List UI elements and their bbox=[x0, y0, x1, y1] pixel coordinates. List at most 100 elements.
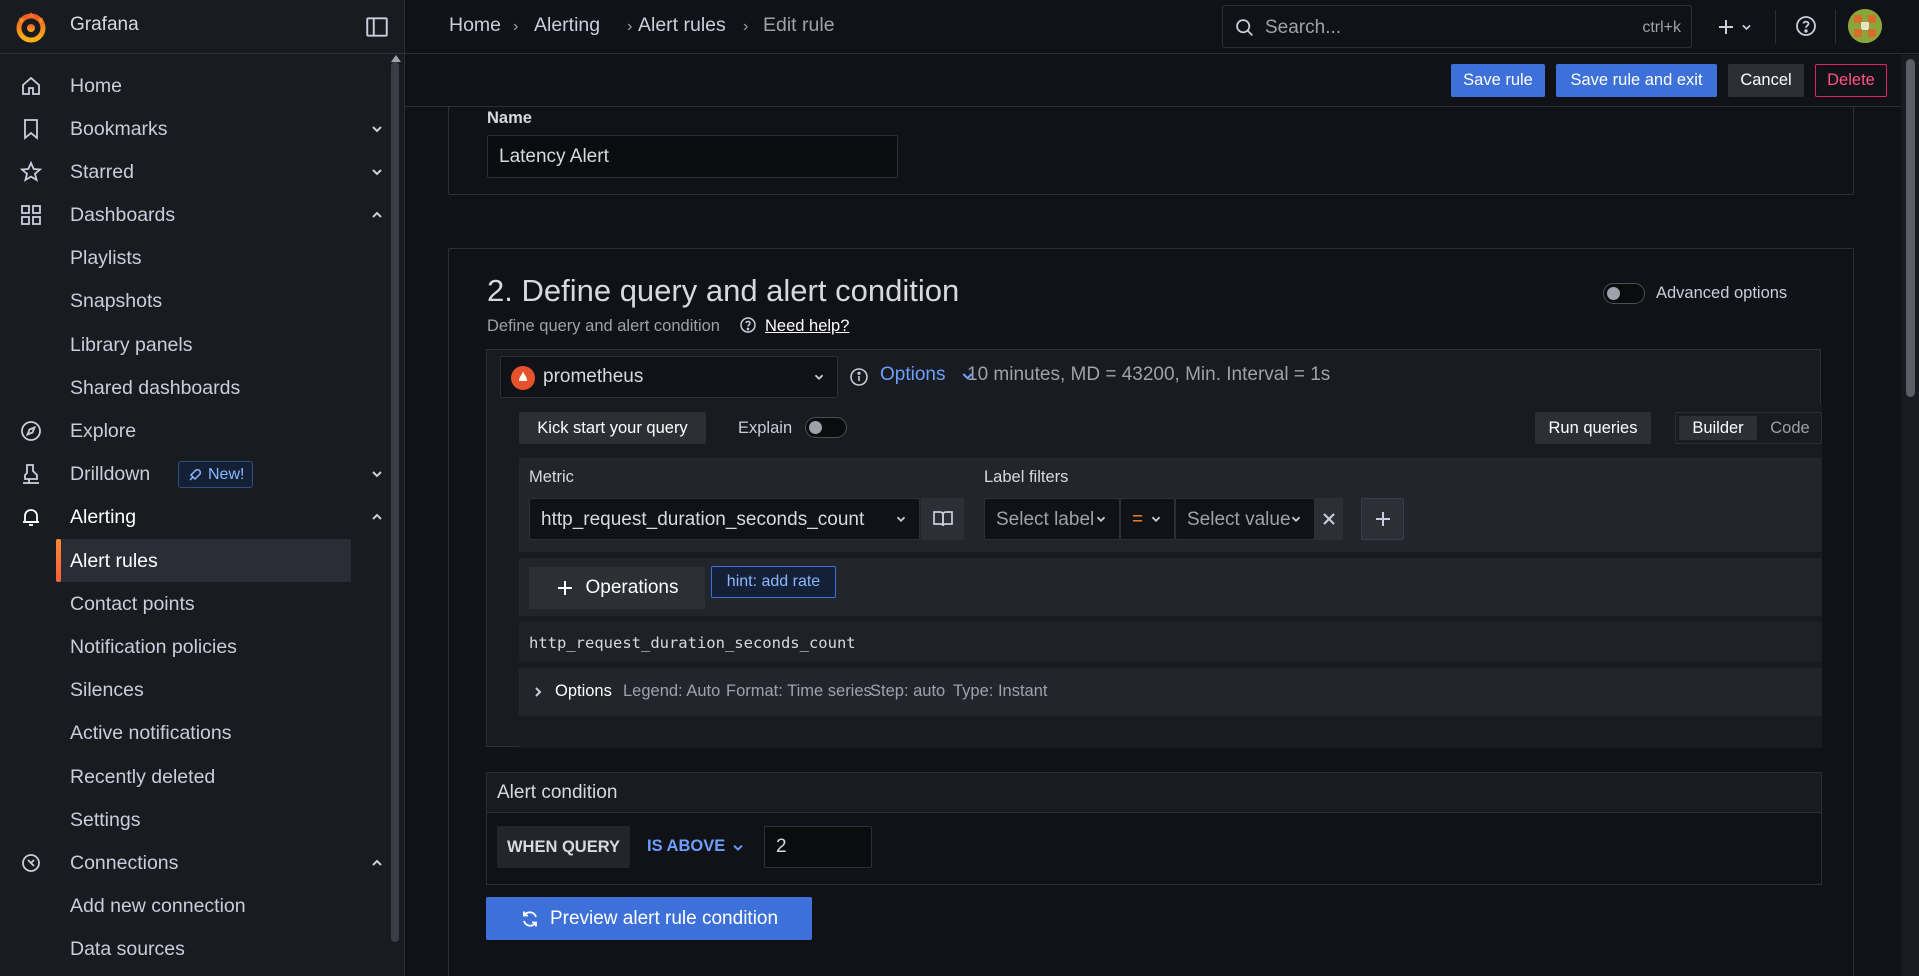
chevron-up-icon[interactable] bbox=[368, 206, 386, 224]
condition-operator-select[interactable]: IS ABOVE bbox=[647, 826, 747, 868]
metric-select[interactable]: http_request_duration_seconds_count bbox=[529, 498, 920, 540]
run-queries-button[interactable]: Run queries bbox=[1535, 412, 1651, 444]
options-title: Options bbox=[555, 682, 612, 700]
operations-button[interactable]: Operations bbox=[529, 567, 705, 609]
label-select-placeholder: Select label bbox=[996, 509, 1095, 530]
plus-icon bbox=[1376, 512, 1390, 526]
grafana-logo-icon[interactable] bbox=[14, 10, 48, 44]
rule-name-input[interactable]: Latency Alert bbox=[487, 135, 898, 178]
sidebar-item-snapshots[interactable]: Snapshots bbox=[0, 279, 390, 322]
sidebar-item-drilldown[interactable]: Drilldown New! bbox=[0, 452, 390, 495]
sidebar-item-label: Explore bbox=[70, 420, 137, 442]
option-step: Step: auto bbox=[870, 682, 946, 700]
operations-panel: Operations hint: add rate bbox=[519, 558, 1822, 616]
new-badge-label: New! bbox=[208, 465, 245, 483]
sidebar-item-active-notifications[interactable]: Active notifications bbox=[0, 711, 390, 754]
sidebar-scrollbar[interactable] bbox=[391, 62, 399, 942]
explain-toggle[interactable] bbox=[805, 417, 847, 438]
search-input[interactable]: Search... ctrl+k bbox=[1222, 5, 1692, 48]
save-rule-and-exit-button[interactable]: Save rule and exit bbox=[1556, 64, 1717, 97]
sidebar-item-contact-points[interactable]: Contact points bbox=[0, 582, 390, 625]
chevron-up-icon[interactable] bbox=[368, 854, 386, 872]
need-help-link[interactable]: Need help? bbox=[765, 317, 849, 336]
sidebar-item-alert-rules[interactable]: Alert rules bbox=[56, 539, 351, 582]
sidebar-item-dashboards[interactable]: Dashboards bbox=[0, 193, 390, 236]
avatar[interactable] bbox=[1848, 9, 1882, 43]
toolbar-divider bbox=[1775, 10, 1776, 44]
sidebar-item-recently-deleted[interactable]: Recently deleted bbox=[0, 755, 390, 798]
search-placeholder: Search... bbox=[1265, 17, 1342, 38]
option-format: Format: Time series bbox=[726, 682, 872, 700]
bell-icon bbox=[23, 509, 39, 526]
query-options-summary: 10 minutes, MD = 43200, Min. Interval = … bbox=[967, 364, 1331, 385]
sidebar-item-add-new-connection[interactable]: Add new connection bbox=[0, 884, 390, 927]
main-scrollbar[interactable] bbox=[1901, 55, 1919, 976]
sync-icon bbox=[523, 910, 537, 927]
operator-select[interactable]: = bbox=[1120, 498, 1175, 540]
help-icon[interactable] bbox=[1794, 14, 1818, 38]
sidebar-item-settings[interactable]: Settings bbox=[0, 798, 390, 841]
option-type: Type: Instant bbox=[953, 682, 1048, 700]
sidebar-item-notification-policies[interactable]: Notification policies bbox=[0, 625, 390, 668]
breadcrumb-alert-rules[interactable]: Alert rules bbox=[638, 14, 726, 37]
value-select[interactable]: Select value bbox=[1175, 498, 1315, 540]
save-rule-button[interactable]: Save rule bbox=[1451, 64, 1545, 97]
query-preview-text: http_request_duration_seconds_count bbox=[529, 634, 856, 652]
top-bar: Home › Alerting › Alert rules › Edit rul… bbox=[405, 0, 1919, 54]
bookmark-icon bbox=[24, 119, 38, 140]
sidebar-item-silences[interactable]: Silences bbox=[0, 668, 390, 711]
metric-label: Metric bbox=[529, 468, 574, 486]
add-filter-button[interactable] bbox=[1361, 498, 1404, 540]
hint-add-rate-button[interactable]: hint: add rate bbox=[711, 566, 836, 598]
breadcrumb-home[interactable]: Home bbox=[449, 14, 501, 37]
datasource-picker[interactable]: prometheus bbox=[500, 356, 838, 398]
metrics-explorer-button[interactable] bbox=[921, 498, 964, 540]
app-name: Grafana bbox=[70, 14, 139, 35]
info-circle-icon bbox=[850, 368, 868, 386]
toolbar-divider bbox=[1835, 10, 1836, 44]
sidebar-item-home[interactable]: Home bbox=[0, 64, 390, 107]
sidebar-item-starred[interactable]: Starred bbox=[0, 150, 390, 193]
query-options-toggle[interactable]: Options bbox=[880, 364, 973, 388]
sidebar-item-alerting[interactable]: Alerting bbox=[0, 495, 390, 538]
kick-start-query-button[interactable]: Kick start your query bbox=[519, 412, 706, 444]
cancel-button[interactable]: Cancel bbox=[1728, 64, 1804, 97]
chevron-down-icon[interactable] bbox=[368, 120, 386, 138]
sidebar: Grafana Home Bookmarks Starred Dashboard… bbox=[0, 0, 405, 976]
sidebar-item-data-sources[interactable]: Data sources bbox=[0, 927, 390, 970]
threshold-input[interactable]: 2 bbox=[764, 826, 872, 868]
prometheus-logo-icon bbox=[511, 366, 535, 390]
chevron-up-icon[interactable] bbox=[368, 508, 386, 526]
breadcrumb-alerting[interactable]: Alerting bbox=[534, 14, 600, 37]
sidebar-item-label: Contact points bbox=[70, 593, 195, 615]
scroll-up-arrow-icon[interactable] bbox=[391, 55, 401, 62]
preview-condition-button[interactable]: Preview alert rule condition bbox=[486, 897, 812, 940]
sidebar-item-label: Notification policies bbox=[70, 636, 237, 658]
sidebar-item-label: Starred bbox=[70, 161, 134, 183]
sidebar-item-playlists[interactable]: Playlists bbox=[0, 236, 390, 279]
new-menu-button[interactable] bbox=[1710, 11, 1756, 43]
sidebar-item-bookmarks[interactable]: Bookmarks bbox=[0, 107, 390, 150]
close-icon bbox=[1323, 513, 1335, 525]
delete-button[interactable]: Delete bbox=[1815, 64, 1887, 97]
dock-menu-icon[interactable] bbox=[364, 14, 390, 40]
sidebar-item-explore[interactable]: Explore bbox=[0, 409, 390, 452]
chevron-down-icon[interactable] bbox=[368, 465, 386, 483]
remove-filter-button[interactable] bbox=[1315, 498, 1343, 540]
chevron-down-icon[interactable] bbox=[368, 163, 386, 181]
sidebar-item-label: Alerting bbox=[70, 506, 137, 528]
scrollbar-thumb[interactable] bbox=[1906, 59, 1915, 397]
advanced-options-toggle[interactable] bbox=[1603, 283, 1645, 304]
sidebar-item-label: Silences bbox=[70, 679, 144, 701]
sidebar-item-shared-dashboards[interactable]: Shared dashboards bbox=[0, 366, 390, 409]
sidebar-item-label: Drilldown bbox=[70, 463, 151, 485]
chevron-down-icon bbox=[1151, 516, 1161, 523]
query-options-label: Options bbox=[880, 364, 946, 385]
option-legend: Legend: Auto bbox=[623, 682, 721, 700]
sidebar-item-connections[interactable]: Connections bbox=[0, 841, 390, 884]
query-options-row[interactable]: Options Legend: Auto Format: Time series… bbox=[519, 668, 1822, 716]
code-mode-button[interactable]: Code bbox=[1760, 416, 1820, 440]
label-select[interactable]: Select label bbox=[984, 498, 1120, 540]
builder-mode-button[interactable]: Builder bbox=[1679, 416, 1757, 440]
sidebar-item-library-panels[interactable]: Library panels bbox=[0, 323, 390, 366]
